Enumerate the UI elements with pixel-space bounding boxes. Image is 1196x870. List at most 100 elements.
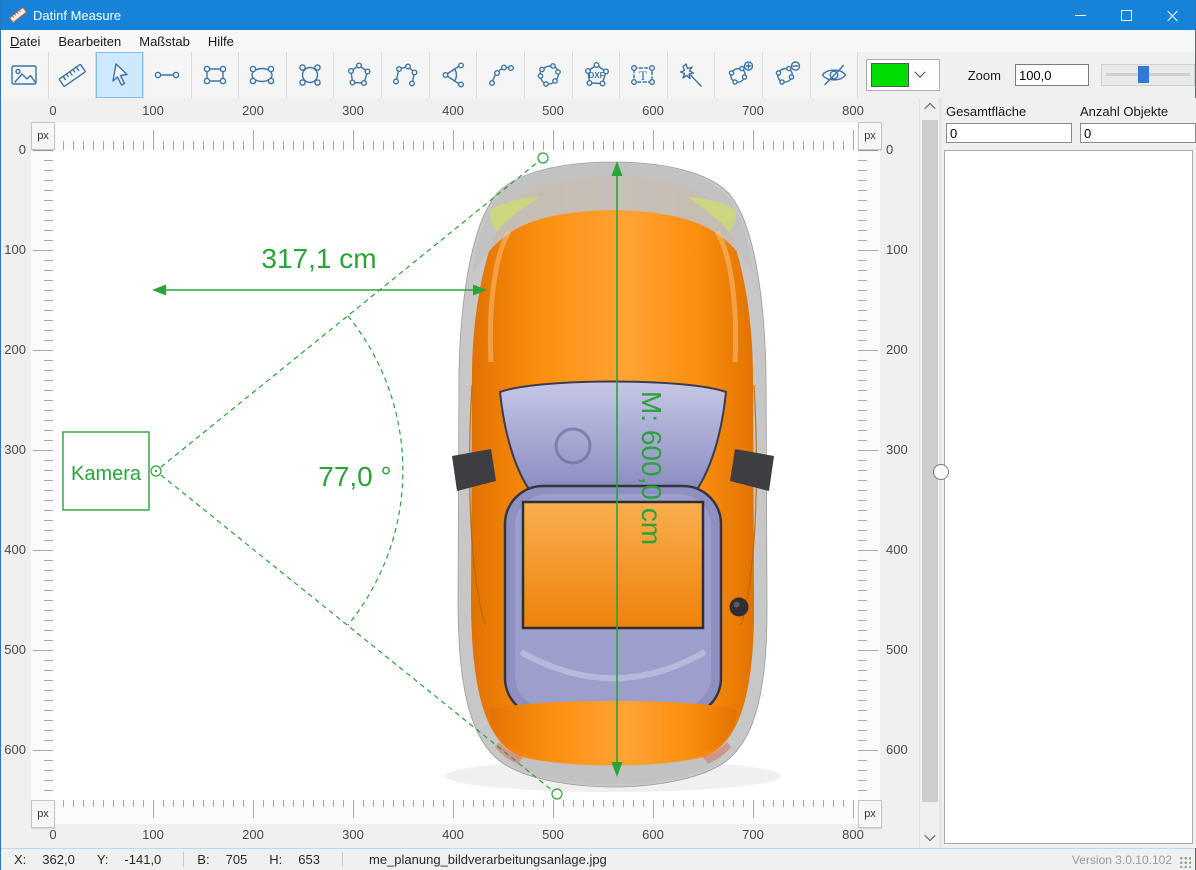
circle-tool[interactable]: [287, 52, 335, 98]
scroll-up-button[interactable]: [920, 98, 940, 116]
ruler-tick: [623, 141, 624, 150]
color-picker-button[interactable]: [866, 59, 939, 91]
select-tool[interactable]: [96, 52, 144, 98]
menu-datei[interactable]: Datei: [1, 32, 49, 51]
ruler-tick: [283, 141, 284, 150]
line-measure-tool[interactable]: [144, 52, 192, 98]
ruler-tick: [513, 141, 514, 150]
menu-bearbeiten[interactable]: Bearbeiten: [49, 32, 130, 51]
ruler-tick: [44, 540, 53, 541]
ruler-tick: [453, 798, 454, 818]
ruler-tick: [858, 220, 867, 221]
measure-canvas[interactable]: 317,1 cm Kamera 77,0 °: [53, 150, 858, 800]
region-add-tool[interactable]: [715, 52, 763, 98]
ruler-tick: [44, 220, 53, 221]
ruler-tick: [373, 141, 374, 150]
scrollbar-thumb[interactable]: [922, 120, 938, 802]
ruler-tick: [193, 141, 194, 150]
ruler-number: 600: [642, 827, 664, 842]
ruler-tick: [44, 430, 53, 431]
dxf-icon: DXF: [580, 59, 612, 91]
angle-tool[interactable]: [430, 52, 478, 98]
ruler-tick: [44, 610, 53, 611]
width-label: B:: [197, 852, 209, 867]
ruler-tick: [44, 660, 53, 661]
menu-hilfe[interactable]: Hilfe: [199, 32, 243, 51]
total-area-field[interactable]: [946, 123, 1072, 143]
ruler-tick: [44, 760, 53, 761]
ruler-tick: [858, 600, 867, 601]
object-list[interactable]: [944, 150, 1193, 844]
ruler-tick: [858, 390, 867, 391]
ruler-icon: [56, 59, 88, 91]
dxf-tool[interactable]: DXF: [573, 52, 621, 98]
ruler-tick: [858, 610, 867, 611]
ruler-tick: [573, 141, 574, 150]
freehand-tool[interactable]: [525, 52, 573, 98]
close-button[interactable]: [1149, 0, 1195, 30]
magic-wand-icon: [675, 59, 707, 91]
scroll-down-button[interactable]: [920, 828, 940, 846]
text-tool[interactable]: T: [620, 52, 668, 98]
ruler-tick: [663, 141, 664, 150]
zoom-slider-thumb[interactable]: [1138, 66, 1149, 83]
unit-px-top-left[interactable]: px: [31, 122, 55, 150]
ruler-tick: [33, 750, 53, 751]
ruler-tick: [858, 760, 867, 761]
toggle-visibility-tool[interactable]: [811, 52, 859, 98]
ruler-tick: [858, 520, 867, 521]
path-tool[interactable]: [477, 52, 525, 98]
minimize-button[interactable]: [1057, 0, 1103, 30]
ruler-tick: [493, 141, 494, 150]
rectangle-tool[interactable]: [192, 52, 240, 98]
ruler-number: 500: [4, 642, 26, 657]
object-count-field[interactable]: [1080, 123, 1196, 143]
scale-ruler-tool[interactable]: [49, 52, 97, 98]
ellipse-tool[interactable]: [239, 52, 287, 98]
region-subtract-tool[interactable]: [763, 52, 811, 98]
zoom-input[interactable]: [1015, 64, 1089, 86]
ruler-tick: [713, 141, 714, 150]
svg-text:T: T: [639, 68, 647, 83]
resize-grip[interactable]: [1178, 855, 1191, 868]
ruler-tick: [858, 690, 867, 691]
ruler-tick: [543, 141, 544, 150]
ruler-tick: [44, 270, 53, 271]
ruler-tick: [783, 141, 784, 150]
svg-text:317,1 cm: 317,1 cm: [261, 243, 376, 274]
ruler-tick: [858, 150, 878, 151]
ruler-number: 300: [886, 442, 908, 457]
ruler-tick: [353, 798, 354, 818]
zoom-slider[interactable]: [1101, 64, 1195, 86]
unit-px-top-right[interactable]: px: [858, 122, 882, 150]
ruler-tick: [44, 520, 53, 521]
ruler-number: 400: [886, 542, 908, 557]
ruler-tick: [723, 141, 724, 150]
line-icon: [151, 59, 183, 91]
ruler-tick: [253, 798, 254, 818]
chevron-up-icon: [924, 103, 935, 114]
x-label: X:: [14, 852, 26, 867]
open-image-tool[interactable]: [1, 52, 49, 98]
width-measurement[interactable]: 317,1 cm: [152, 243, 487, 296]
ruler-tick: [44, 380, 53, 381]
ruler-right-labels: 0100200300400500600: [882, 98, 920, 848]
ruler-tick: [858, 310, 867, 311]
ruler-tick: [44, 190, 53, 191]
text-icon: T: [627, 59, 659, 91]
polyline-tool[interactable]: [382, 52, 430, 98]
ruler-tick: [44, 390, 53, 391]
ruler-tick: [44, 590, 53, 591]
ruler-tick: [858, 750, 878, 751]
ruler-left-labels: 0100200300400500600: [1, 98, 29, 848]
unit-px-bottom-left[interactable]: px: [31, 800, 55, 828]
maximize-button[interactable]: [1103, 0, 1149, 30]
ruler-tick: [858, 420, 867, 421]
magic-wand-tool[interactable]: [668, 52, 716, 98]
menu-mastab[interactable]: Maßstab: [130, 32, 199, 51]
polygon-tool[interactable]: [334, 52, 382, 98]
splitter-handle[interactable]: [933, 464, 949, 480]
title-bar[interactable]: Datinf Measure: [1, 0, 1195, 30]
ruler-tick: [253, 130, 254, 150]
unit-px-bottom-right[interactable]: px: [858, 800, 882, 828]
